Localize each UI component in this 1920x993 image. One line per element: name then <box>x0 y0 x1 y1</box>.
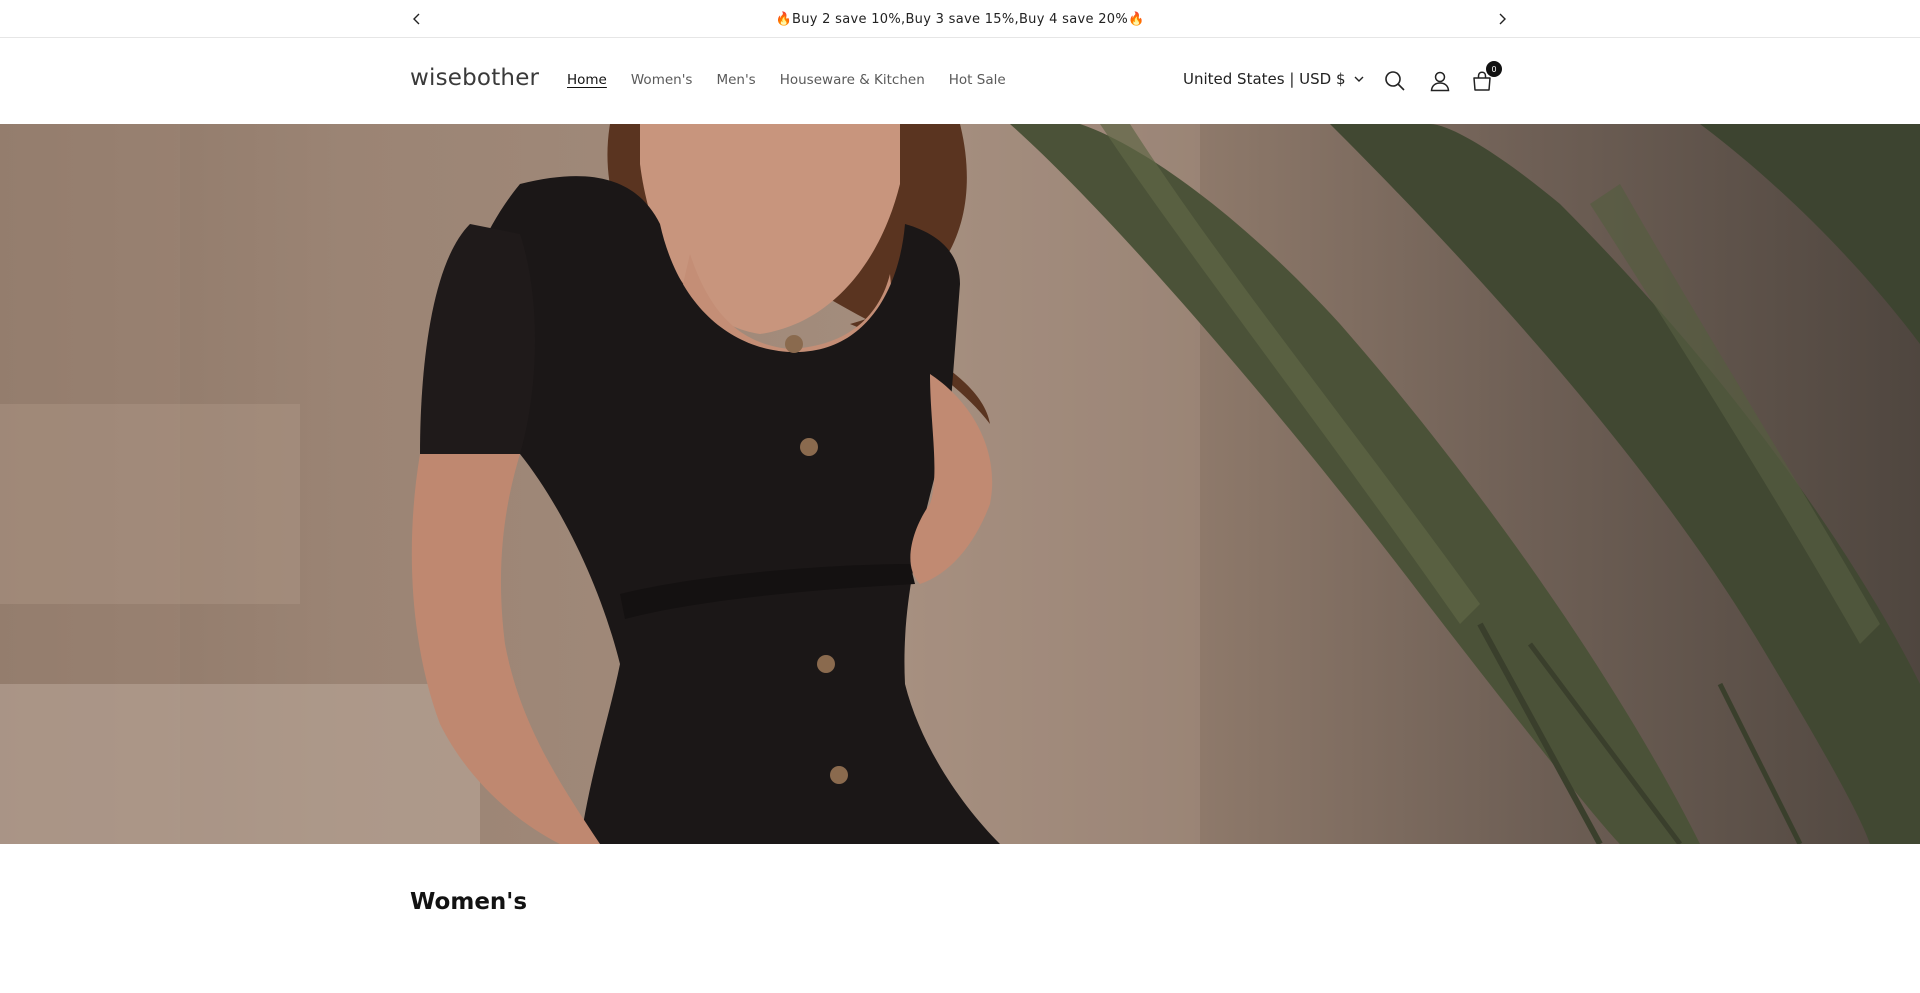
chevron-down-icon <box>1354 76 1364 82</box>
search-icon <box>1385 71 1405 91</box>
account-button[interactable] <box>1427 68 1453 94</box>
account-icon <box>1430 71 1450 92</box>
main-nav: Home Women's Men's Houseware & Kitchen H… <box>567 72 1030 88</box>
site-header: wisebother Home Women's Men's Houseware … <box>0 38 1920 124</box>
country-currency-selector[interactable]: United States | USD $ <box>1183 70 1364 88</box>
nav-womens[interactable]: Women's <box>631 72 693 88</box>
hero-banner <box>0 124 1920 844</box>
nav-mens[interactable]: Men's <box>716 72 755 88</box>
locale-label: United States | USD $ <box>1183 70 1346 88</box>
hero-image <box>0 124 1920 844</box>
announcement-bar: 🔥Buy 2 save 10%,Buy 3 save 15%,Buy 4 sav… <box>0 0 1920 38</box>
store-logo[interactable]: wisebother <box>410 65 539 91</box>
chevron-right-icon <box>1499 13 1506 25</box>
nav-hot-sale[interactable]: Hot Sale <box>949 72 1006 88</box>
section-title-womens: Women's <box>410 889 528 915</box>
announcement-next-button[interactable] <box>1492 9 1512 29</box>
nav-houseware-kitchen[interactable]: Houseware & Kitchen <box>780 72 925 88</box>
nav-home[interactable]: Home <box>567 72 607 88</box>
announcement-message: 🔥Buy 2 save 10%,Buy 3 save 15%,Buy 4 sav… <box>775 11 1145 27</box>
search-button[interactable] <box>1382 68 1408 94</box>
cart-count-badge: 0 <box>1486 61 1502 77</box>
